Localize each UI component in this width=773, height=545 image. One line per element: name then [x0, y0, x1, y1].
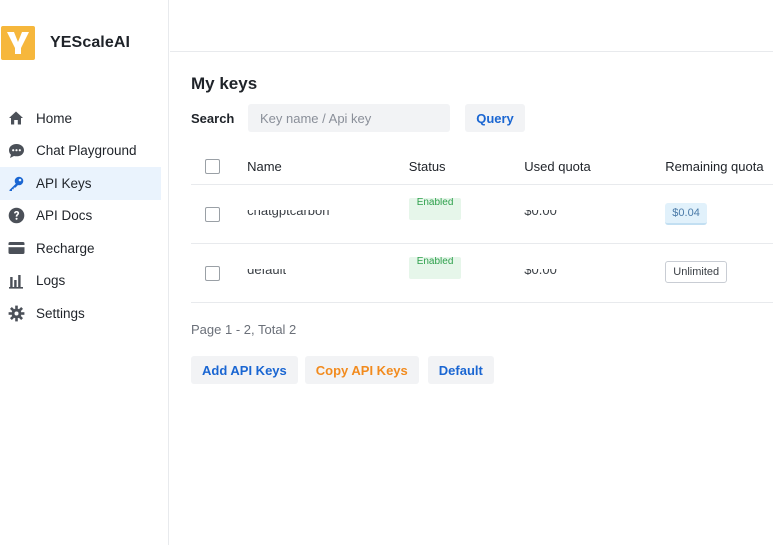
- brand[interactable]: YEScaleAI: [0, 25, 130, 61]
- help-icon: [7, 207, 25, 225]
- sidebar-item-label: Recharge: [36, 240, 95, 256]
- sidebar-item-label: API Keys: [36, 175, 92, 191]
- used-quota: $0.00: [524, 268, 557, 277]
- select-all-checkbox[interactable]: [205, 159, 220, 174]
- key-name: default: [247, 268, 287, 277]
- copy-api-keys-button[interactable]: Copy API Keys: [304, 356, 419, 384]
- remaining-quota-badge: Unlimited: [665, 261, 728, 283]
- key-name: chatgptcarbon: [247, 209, 330, 218]
- sidebar-item-label: Settings: [36, 305, 85, 321]
- sidebar-item-label: Chat Playground: [36, 143, 137, 159]
- search-bar: Search Query: [191, 104, 525, 132]
- query-button[interactable]: Query: [465, 104, 525, 132]
- add-api-keys-button[interactable]: Add API Keys: [191, 356, 298, 384]
- sidebar-item-api-docs[interactable]: API Docs: [0, 200, 161, 233]
- sidebar-nav: Home Chat Playground API Keys API Docs R…: [0, 102, 161, 330]
- status-badge: Enabled: [408, 256, 462, 279]
- credit-card-icon: [7, 239, 25, 257]
- key-icon: [7, 174, 25, 192]
- page-title: My keys: [191, 74, 258, 93]
- sidebar: YEScaleAI Home Chat Playground API Keys …: [0, 0, 169, 545]
- pagination-info: Page 1 - 2, Total 2: [191, 322, 297, 337]
- table-row[interactable]: chatgptcarbon Enabled $0.00 $0.04: [191, 185, 773, 244]
- chat-icon: [7, 142, 25, 160]
- bar-chart-icon: [7, 272, 25, 290]
- default-button[interactable]: Default: [427, 356, 494, 384]
- sidebar-item-logs[interactable]: Logs: [0, 265, 161, 298]
- used-quota: $0.00: [524, 209, 557, 218]
- api-keys-table: Name Status Used quota Remaining quota c…: [191, 149, 773, 303]
- table-header: Name Status Used quota Remaining quota: [191, 149, 773, 185]
- logo-y-mark: [7, 32, 29, 54]
- column-header-name[interactable]: Name: [247, 159, 409, 174]
- brand-name: YEScaleAI: [50, 34, 131, 51]
- logo: [1, 26, 35, 60]
- sidebar-item-chat-playground[interactable]: Chat Playground: [0, 135, 161, 168]
- action-buttons: Add API Keys Copy API Keys Default: [191, 356, 494, 384]
- top-bar: [170, 0, 773, 52]
- gear-icon: [7, 304, 25, 322]
- column-header-remaining-quota[interactable]: Remaining quota: [665, 159, 773, 174]
- column-header-used-quota[interactable]: Used quota: [524, 159, 665, 174]
- sidebar-item-api-keys[interactable]: API Keys: [0, 167, 161, 200]
- column-header-status[interactable]: Status: [409, 159, 525, 174]
- sidebar-item-settings[interactable]: Settings: [0, 297, 161, 330]
- row-checkbox[interactable]: [205, 265, 220, 281]
- table-row[interactable]: default Enabled $0.00 Unlimited: [191, 244, 773, 303]
- sidebar-item-label: API Docs: [36, 208, 93, 224]
- sidebar-item-label: Home: [36, 110, 73, 126]
- sidebar-item-label: Logs: [36, 273, 66, 289]
- remaining-quota-badge: $0.04: [665, 202, 707, 225]
- sidebar-item-recharge[interactable]: Recharge: [0, 232, 161, 265]
- sidebar-item-home[interactable]: Home: [0, 102, 161, 135]
- status-badge: Enabled: [408, 197, 462, 220]
- search-input[interactable]: [248, 104, 450, 132]
- search-label: Search: [191, 110, 235, 126]
- row-checkbox[interactable]: [205, 206, 220, 222]
- home-icon: [7, 109, 25, 127]
